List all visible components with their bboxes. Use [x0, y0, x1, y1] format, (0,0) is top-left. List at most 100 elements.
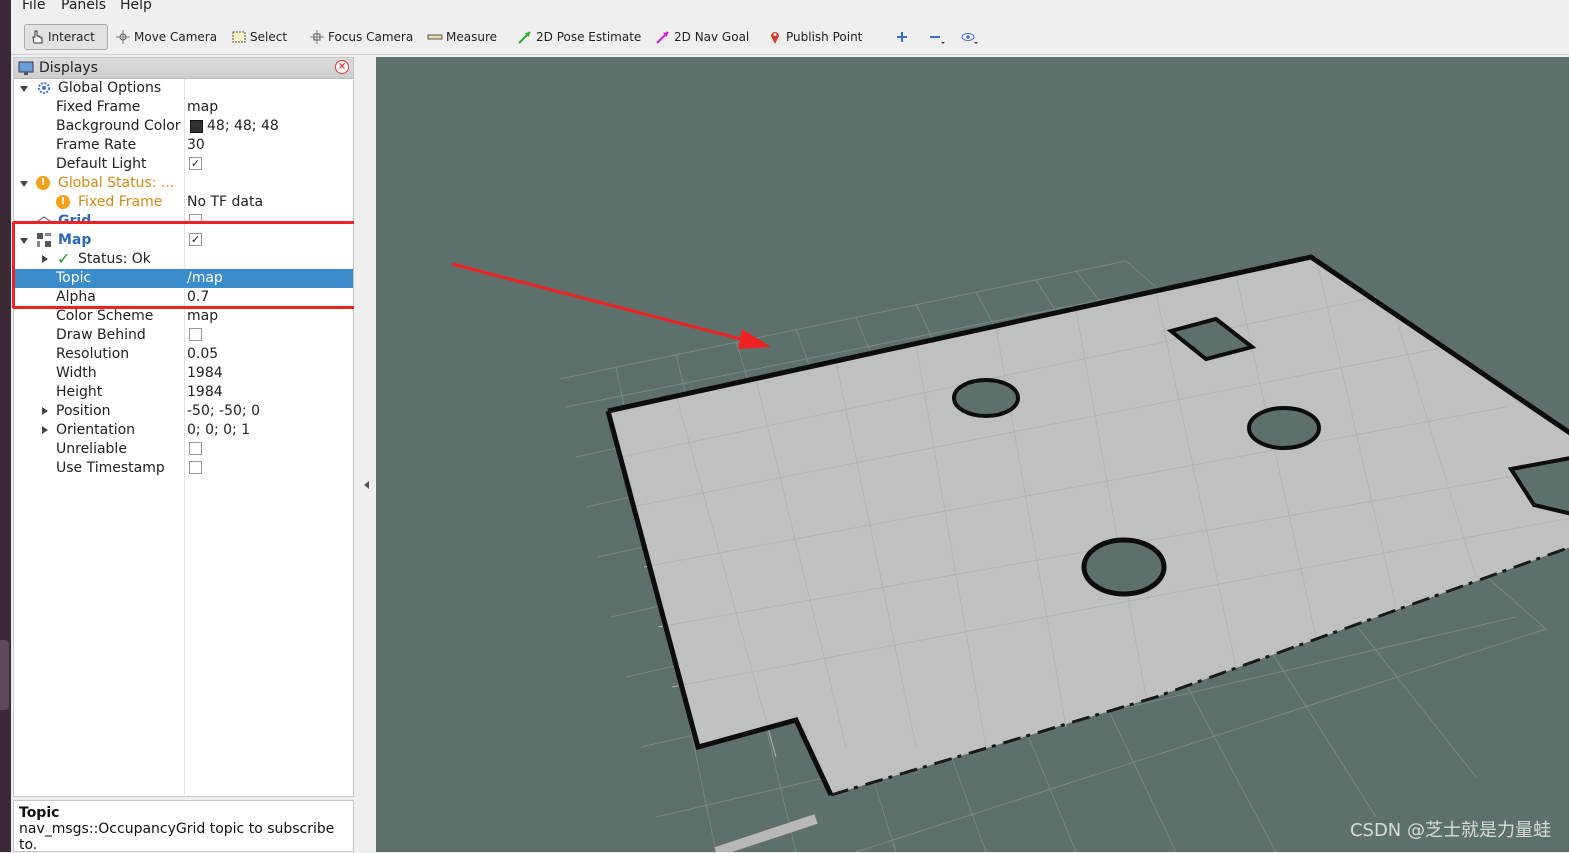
- tree-label: Global Options: [58, 80, 162, 96]
- 3d-viewport[interactable]: CSDN @芝士就是力量蛙: [376, 57, 1569, 852]
- default-light-checkbox[interactable]: ✓: [189, 157, 202, 170]
- tree-row-global-options[interactable]: Global Options: [14, 79, 353, 98]
- tree-row-color-scheme[interactable]: Color Scheme map: [14, 307, 353, 326]
- gear-icon: [36, 80, 52, 96]
- tree-row-status-fixed-frame[interactable]: ! Fixed Frame No TF data: [14, 193, 353, 212]
- expand-arrow-icon[interactable]: [20, 181, 28, 187]
- tree-value[interactable]: 0.7: [187, 288, 209, 307]
- tree-row-grid[interactable]: Grid: [14, 212, 353, 222]
- expand-arrow-icon[interactable]: [42, 255, 48, 263]
- tree-row-alpha[interactable]: Alpha 0.7: [14, 288, 353, 307]
- tree-row-resolution[interactable]: Resolution 0.05: [14, 345, 353, 364]
- menu-bar: File Panels Help: [11, 0, 1569, 16]
- tree-value[interactable]: map: [187, 307, 218, 326]
- eye-icon: [960, 29, 978, 45]
- map-pin-icon: [767, 29, 783, 45]
- publish-point-tool[interactable]: Publish Point: [763, 24, 866, 50]
- move-camera-label: Move Camera: [134, 30, 218, 44]
- tree-row-height[interactable]: Height 1984: [14, 383, 353, 402]
- move-camera-tool[interactable]: Move Camera: [111, 24, 221, 50]
- measure-label: Measure: [446, 30, 497, 44]
- tree-value: 1984: [187, 384, 223, 400]
- tree-label: Position: [56, 403, 111, 419]
- tree-value: No TF data: [187, 194, 264, 210]
- pose-estimate-tool[interactable]: 2D Pose Estimate: [513, 24, 645, 50]
- focus-camera-icon: [309, 29, 325, 45]
- use-timestamp-checkbox[interactable]: [189, 461, 202, 474]
- interact-tool[interactable]: Interact: [24, 24, 108, 50]
- dock-handle: [0, 640, 9, 710]
- tree-value: 0; 0; 0; 1: [187, 422, 251, 438]
- nav-goal-tool[interactable]: 2D Nav Goal: [651, 24, 753, 50]
- warning-icon: !: [36, 176, 50, 190]
- measure-tool[interactable]: Measure: [423, 24, 501, 50]
- tool-bar: Interact Move Camera Select Focus Camera…: [11, 17, 1569, 55]
- tree-row-unreliable[interactable]: Unreliable: [14, 440, 353, 459]
- tree-value[interactable]: map: [187, 98, 218, 117]
- tree-row-fixed-frame[interactable]: Fixed Frame map: [14, 98, 353, 117]
- draw-behind-checkbox[interactable]: [189, 328, 202, 341]
- displays-panel: Displays × Global Options Fixed Frame ma…: [12, 57, 396, 797]
- expand-arrow-icon[interactable]: [20, 238, 28, 244]
- grid-icon: [36, 213, 52, 222]
- expand-arrow-icon[interactable]: [20, 86, 28, 92]
- desktop-dock-edge: [0, 0, 11, 852]
- ruler-icon: [427, 29, 443, 45]
- tree-label: Use Timestamp: [56, 460, 165, 476]
- collapse-arrow-icon[interactable]: [364, 481, 369, 489]
- plus-icon: [894, 29, 910, 45]
- tree-row-orientation[interactable]: Orientation 0; 0; 0; 1: [14, 421, 353, 440]
- topic-value[interactable]: /map: [187, 269, 223, 288]
- displays-title: Displays: [39, 60, 98, 76]
- tree-row-background-color[interactable]: Background Color 48; 48; 48: [14, 117, 353, 136]
- magenta-arrow-icon: [655, 29, 671, 45]
- tree-row-map[interactable]: Map ✓: [14, 231, 353, 250]
- watermark-text: CSDN @芝士就是力量蛙: [1349, 820, 1551, 841]
- map-grid-icon: [36, 232, 52, 248]
- publish-point-label: Publish Point: [786, 30, 863, 44]
- tree-label: Frame Rate: [56, 137, 137, 153]
- displays-tree: Global Options Fixed Frame map Backgroun…: [12, 79, 396, 795]
- tree-row-width[interactable]: Width 1984: [14, 364, 353, 383]
- grid-checkbox[interactable]: [189, 214, 202, 222]
- unreliable-checkbox[interactable]: [189, 442, 202, 455]
- add-tool-button[interactable]: [890, 24, 914, 50]
- focus-camera-tool[interactable]: Focus Camera: [305, 24, 417, 50]
- tree-row-frame-rate[interactable]: Frame Rate 30: [14, 136, 353, 155]
- tree-row-map-status[interactable]: ✓ Status: Ok: [14, 249, 353, 269]
- tree-label: Height: [56, 384, 103, 400]
- tree-value[interactable]: 48; 48; 48: [207, 117, 279, 136]
- expand-arrow-icon[interactable]: [42, 426, 48, 434]
- property-description: Topic nav_msgs::OccupancyGrid topic to s…: [13, 800, 354, 853]
- tree-row-topic[interactable]: Topic /map: [14, 269, 353, 288]
- tree-label: Orientation: [56, 422, 136, 438]
- close-icon[interactable]: ×: [335, 60, 349, 74]
- menu-panels[interactable]: Panels: [61, 0, 106, 13]
- color-swatch[interactable]: [190, 120, 203, 133]
- tree-label: Unreliable: [56, 441, 127, 457]
- map-checkbox[interactable]: ✓: [189, 233, 202, 246]
- select-label: Select: [250, 30, 288, 44]
- interact-label: Interact: [48, 30, 95, 44]
- description-text: nav_msgs::OccupancyGrid topic to subscri…: [19, 821, 335, 853]
- tree-value[interactable]: 30: [187, 136, 205, 155]
- remove-tool-button[interactable]: [923, 24, 947, 50]
- menu-help[interactable]: Help: [120, 0, 152, 13]
- tree-row-default-light[interactable]: Default Light ✓: [14, 155, 353, 174]
- tree-label: Default Light: [56, 156, 147, 172]
- select-tool[interactable]: Select: [227, 24, 291, 50]
- hand-pointer-icon: [29, 29, 45, 45]
- tree-row-use-timestamp[interactable]: Use Timestamp: [14, 459, 353, 478]
- menu-file[interactable]: File: [22, 0, 45, 13]
- view-menu-button[interactable]: [956, 24, 980, 50]
- tree-label: Width: [56, 365, 97, 381]
- tree-label: Color Scheme: [56, 308, 154, 324]
- tree-row-global-status[interactable]: ! Global Status: ...: [14, 174, 353, 193]
- expand-arrow-icon[interactable]: [42, 407, 48, 415]
- tree-row-position[interactable]: Position -50; -50; 0: [14, 402, 353, 421]
- move-camera-icon: [115, 29, 131, 45]
- displays-panel-header: Displays ×: [14, 58, 353, 79]
- minus-icon: [927, 29, 945, 45]
- panel-splitter[interactable]: [354, 57, 376, 852]
- tree-row-draw-behind[interactable]: Draw Behind: [14, 326, 353, 345]
